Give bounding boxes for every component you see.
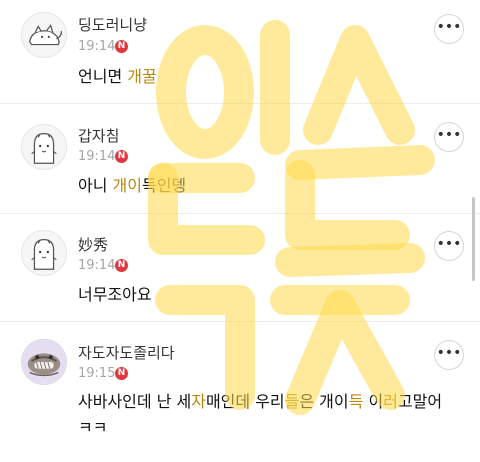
new-badge: N [115, 367, 128, 380]
comment-time: 19:14 [78, 149, 116, 164]
comment-item: 딩도러니냥 19:14 N 언니면 개꿀 ••• [0, 0, 480, 104]
comment-item: 자도자도졸리다 19:15 N 사바사인데 난 세자매인데 우리들은 개이득 이… [0, 322, 480, 462]
text-segment: 매인데 우리 [205, 392, 285, 411]
more-options-button[interactable]: ••• [434, 14, 464, 44]
text-segment: 언니면 [78, 67, 128, 86]
text-segment-highlight: 러 [383, 392, 398, 411]
more-options-button[interactable]: ••• [434, 340, 464, 370]
comment-text: 언니면 개꿀 [78, 64, 458, 90]
text-segment: 득인뎅 [141, 176, 187, 195]
comment-text: 너무조아요 [78, 282, 458, 308]
comment-item: 妙秀 19:14 N 너무조아요 ••• [0, 214, 480, 322]
text-segment-highlight: 개이 [112, 176, 142, 195]
ghost-avatar-icon [22, 231, 66, 275]
comment-text: 아니 개이득인뎅 [78, 173, 458, 199]
comment-time: 19:14 [78, 39, 116, 54]
username[interactable]: 딩도러니냥 [78, 14, 147, 35]
text-segment: 고말어 [397, 392, 443, 411]
new-badge: N [115, 40, 128, 53]
text-segment: 사바사인데 난 세 [78, 392, 192, 411]
comment-text: 사바사인데 난 세자매인데 우리들은 개이득 이러고말어 ㅋㅋ [78, 389, 458, 441]
text-segment-highlight: 개꿀 [127, 67, 157, 86]
avatar[interactable] [21, 230, 67, 276]
more-options-button[interactable]: ••• [434, 231, 464, 261]
avatar[interactable] [21, 124, 67, 170]
text-segment: 이 [363, 392, 384, 411]
more-options-button[interactable]: ••• [434, 122, 464, 152]
text-segment: 은 개이 [299, 392, 349, 411]
comment-item: 갑자침 19:14 N 아니 개이득인뎅 ••• [0, 104, 480, 214]
comment-time: 19:15 [78, 366, 116, 381]
new-badge: N [115, 150, 128, 163]
username[interactable]: 妙秀 [78, 234, 108, 255]
avatar[interactable] [21, 339, 67, 385]
text-segment: 너무조아요 [78, 285, 152, 304]
username[interactable]: 자도자도졸리다 [78, 342, 175, 363]
cat-avatar-icon [22, 13, 66, 57]
text-segment: 아니 [78, 176, 113, 195]
scrollbar-thumb[interactable] [472, 197, 475, 281]
text-segment: ㅋㅋ [78, 418, 108, 437]
username[interactable]: 갑자침 [78, 125, 119, 146]
text-segment-highlight: 자 [191, 392, 206, 411]
avatar[interactable] [21, 12, 67, 58]
text-segment-highlight: 득 [348, 392, 364, 411]
new-badge: N [115, 259, 128, 272]
comment-time: 19:14 [78, 258, 116, 273]
ghost-avatar-icon [22, 125, 66, 169]
text-segment-highlight: 들 [284, 392, 300, 411]
cartoon-character-avatar-icon [22, 340, 66, 384]
